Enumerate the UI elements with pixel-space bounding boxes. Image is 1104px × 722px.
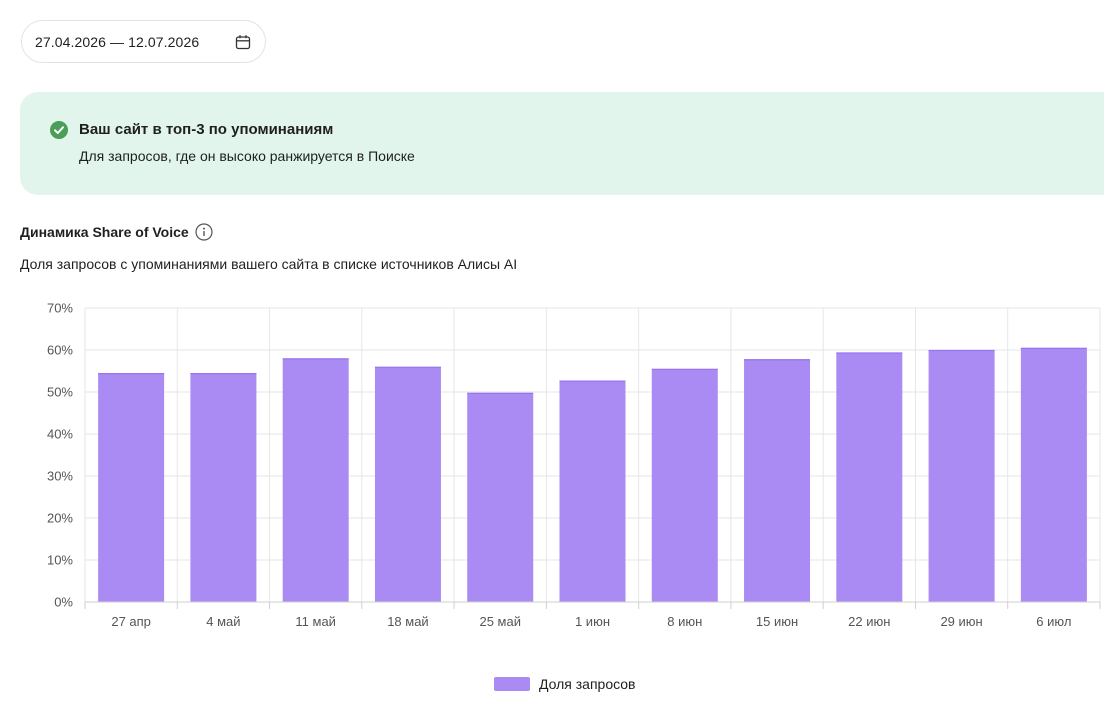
date-range-picker[interactable]: 27.04.2026 — 12.07.2026 <box>21 20 266 63</box>
bar <box>1020 347 1087 602</box>
bar <box>98 373 165 602</box>
bar <box>374 366 441 602</box>
bar <box>282 358 349 602</box>
x-tick-label: 22 июн <box>848 614 890 629</box>
bar <box>744 359 811 602</box>
banner-title: Ваш сайт в топ-3 по упоминаниям <box>79 121 334 138</box>
top3-banner: Ваш сайт в топ-3 по упоминаниям Для запр… <box>20 92 1104 195</box>
chart-title: Динамика Share of Voice <box>20 224 189 240</box>
y-tick-label: 50% <box>47 385 73 400</box>
x-tick-label: 4 май <box>206 614 240 629</box>
bar <box>467 392 534 602</box>
x-tick-label: 15 июн <box>756 614 798 629</box>
chart-legend[interactable]: Доля запросов <box>494 676 636 692</box>
chart-subtitle: Доля запросов с упоминаниями вашего сайт… <box>20 256 518 272</box>
bar <box>651 368 718 602</box>
bar <box>559 380 626 602</box>
share-of-voice-chart: 0% 10% 20% 30% 40% 50% 60% 70% 27 апр 4 май 11 май… <box>47 301 1101 629</box>
calendar-icon[interactable] <box>235 34 251 50</box>
banner-text: Для запросов, где он высоко ранжируется … <box>79 148 415 164</box>
bar <box>190 373 257 602</box>
y-tick-label: 10% <box>47 553 73 568</box>
y-tick-label: 30% <box>47 469 73 484</box>
x-tick-label: 27 апр <box>111 614 151 629</box>
x-tick-label: 11 май <box>295 614 336 629</box>
chart-section-title: Динамика Share of Voice <box>20 223 213 241</box>
x-tick-label: 6 июл <box>1036 614 1071 629</box>
y-tick-label: 60% <box>47 343 73 358</box>
legend-swatch <box>494 677 530 691</box>
y-tick-label: 20% <box>47 511 73 526</box>
x-tick-label: 8 июн <box>667 614 702 629</box>
y-tick-label: 0% <box>54 595 73 610</box>
check-circle-icon <box>50 121 68 139</box>
x-tick-label: 29 июн <box>940 614 982 629</box>
y-tick-label: 70% <box>47 301 73 316</box>
x-tick-label: 1 июн <box>575 614 610 629</box>
legend-label: Доля запросов <box>539 676 636 692</box>
info-icon[interactable] <box>195 223 213 241</box>
date-range-value: 27.04.2026 — 12.07.2026 <box>35 33 200 50</box>
bar <box>836 352 903 602</box>
y-tick-label: 40% <box>47 427 73 442</box>
x-tick-label: 25 май <box>479 614 521 629</box>
bar <box>928 350 995 602</box>
x-tick-label: 18 май <box>387 614 429 629</box>
